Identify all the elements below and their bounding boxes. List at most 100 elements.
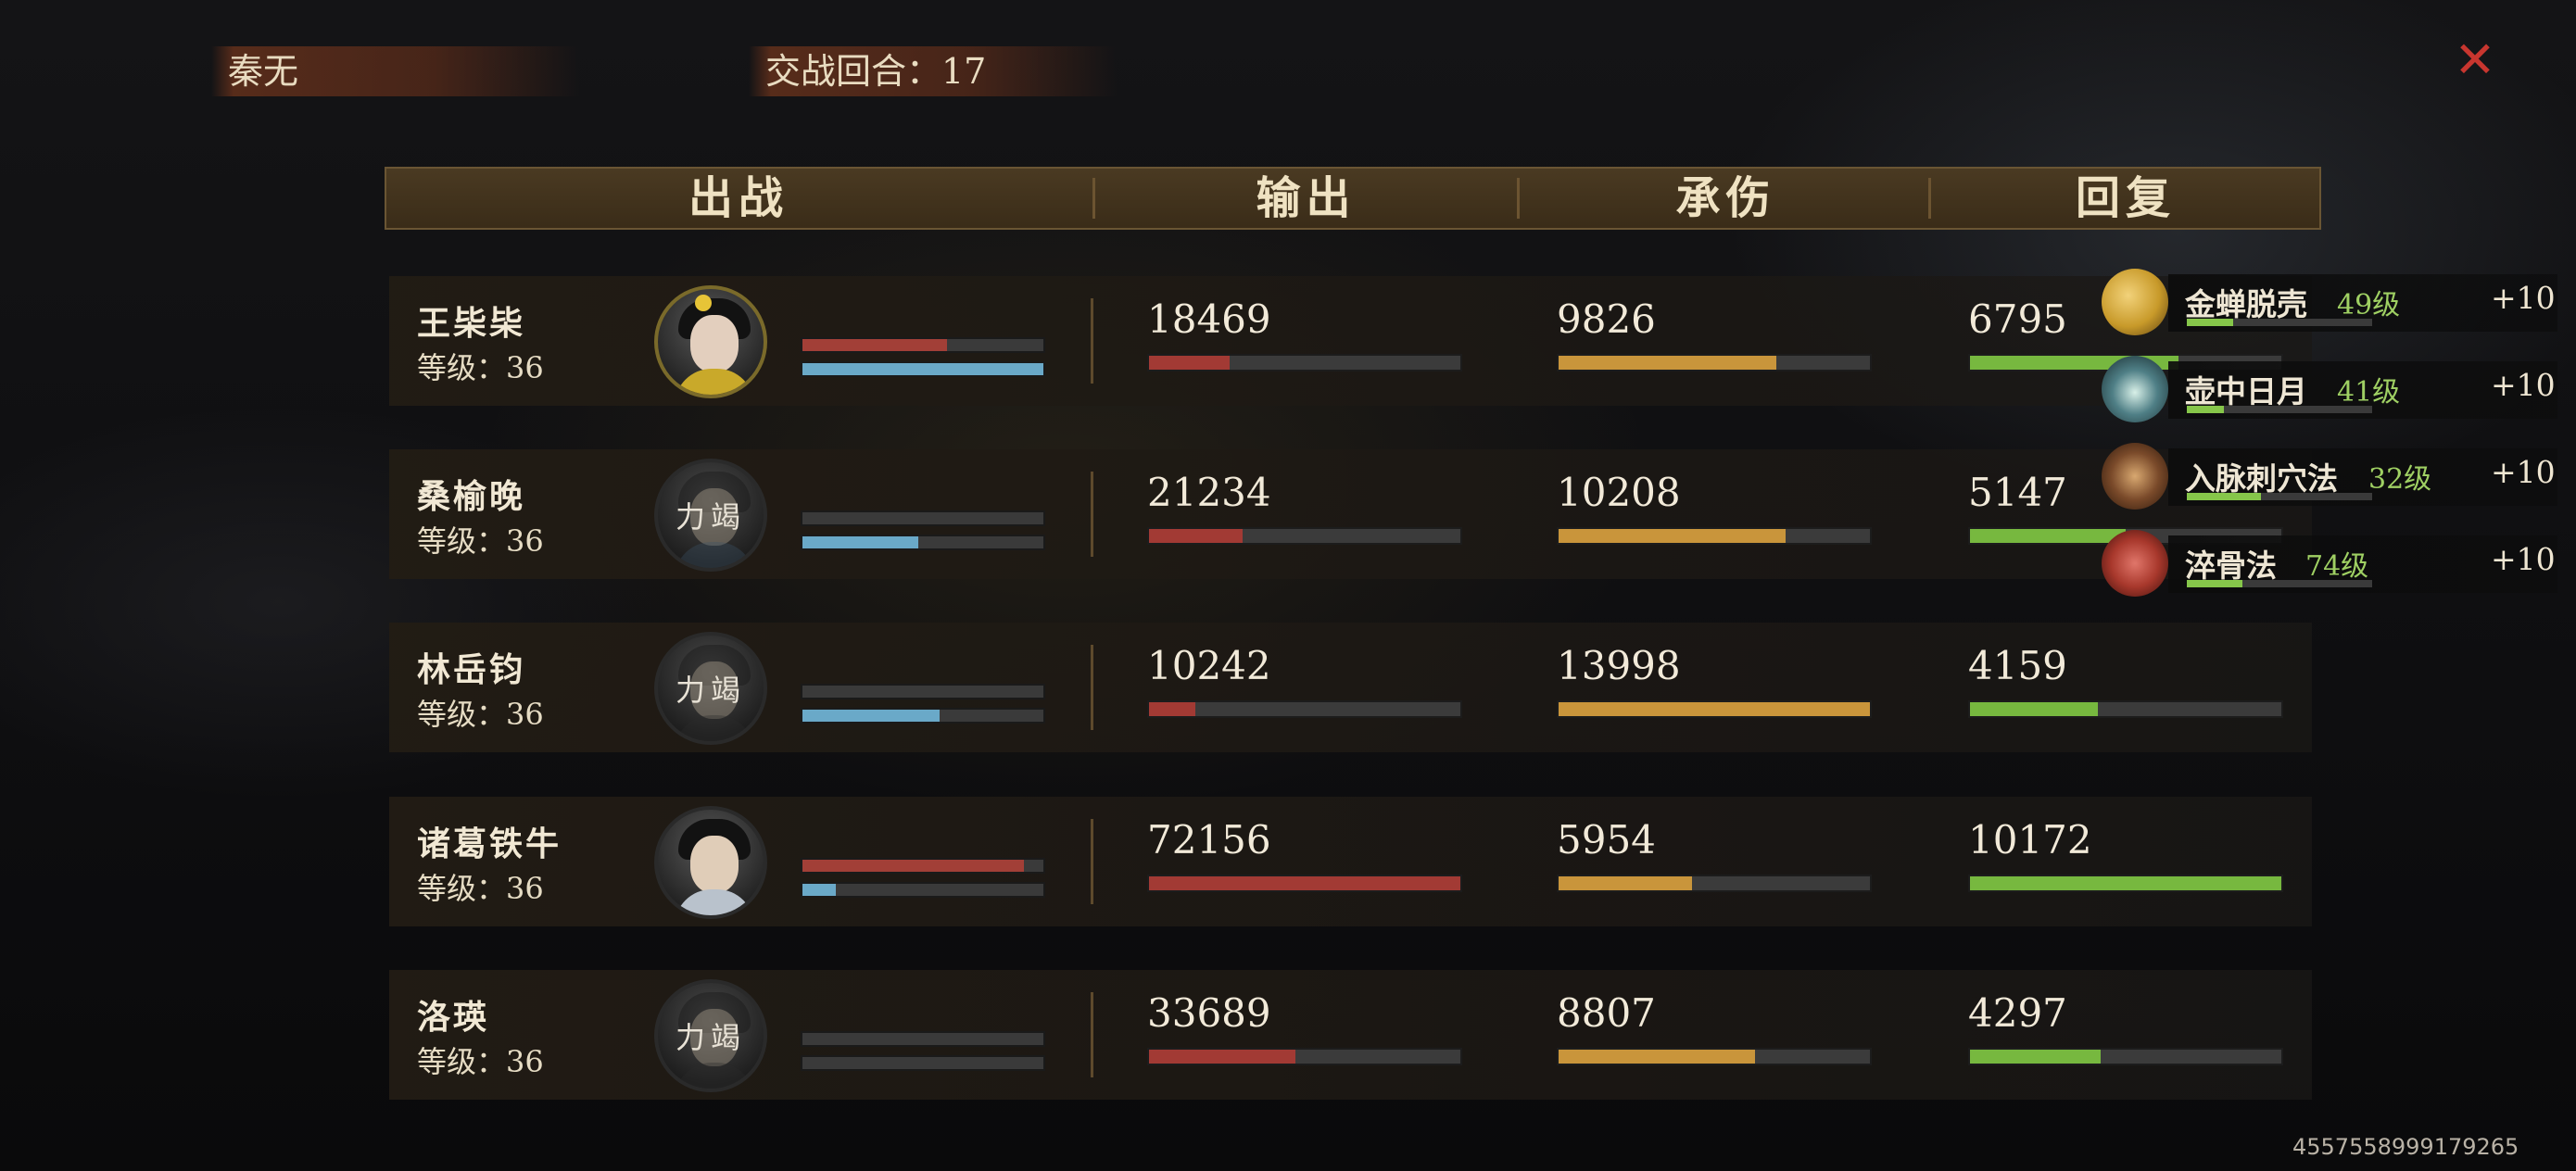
buff-progress (2187, 406, 2372, 413)
damage-fill (1149, 1050, 1295, 1064)
avatar-face (690, 315, 739, 372)
energy-fill (802, 363, 1043, 375)
buff-progress-fill (2187, 493, 2261, 500)
member-row[interactable]: 林岳钧 等级：36 力竭 10242 13998 4159 (389, 623, 2312, 752)
column-divider (1091, 992, 1093, 1077)
taken-bar (1557, 354, 1872, 371)
member-row[interactable]: 桑榆晚 等级：36 力竭 21234 10208 5147 (389, 449, 2312, 579)
health-bar (801, 337, 1045, 353)
acupuncture-icon (2102, 443, 2168, 510)
exhausted-label: 力竭 (675, 499, 746, 535)
member-level: 等级：36 (417, 350, 544, 385)
member-level: 等级：36 (417, 697, 544, 732)
member-level: 等级：36 (417, 523, 544, 559)
health-fill (802, 339, 947, 351)
energy-bar (801, 882, 1045, 898)
buff-item[interactable]: 金蝉脱壳 49级 +10 (2094, 267, 2576, 339)
damage-fill (1149, 356, 1231, 370)
buff-bonus: +10 (2491, 367, 2556, 403)
taken-fill (1559, 876, 1693, 890)
column-divider (1091, 645, 1093, 730)
battle-round-tag: 交战回合：17 (749, 46, 1118, 96)
avatar-robe (675, 889, 754, 915)
heal-fill (1970, 702, 2098, 716)
damage-fill (1149, 529, 1243, 543)
member-row[interactable]: 王枈枈 等级：36 18469 9826 6795 (389, 276, 2312, 406)
avatar-robe (675, 1063, 754, 1089)
buff-bonus: +10 (2491, 541, 2556, 577)
energy-bar (801, 708, 1045, 724)
buff-bonus: +10 (2491, 280, 2556, 316)
avatar[interactable] (654, 285, 767, 398)
column-divider (1091, 472, 1093, 557)
damage-bar (1147, 1048, 1462, 1065)
member-level: 等级：36 (417, 1044, 544, 1079)
buff-name: 金蝉脱壳 (2185, 286, 2307, 322)
heal-bar (1968, 700, 2283, 718)
avatar[interactable]: 力竭 (654, 459, 767, 572)
buff-level: 74级 (2305, 550, 2369, 583)
member-row[interactable]: 诸葛铁牛 等级：36 72156 5954 10172 (389, 797, 2312, 926)
damage-bar (1147, 354, 1462, 371)
avatar[interactable]: 力竭 (654, 632, 767, 745)
column-divider (1091, 298, 1093, 384)
close-button[interactable]: ✕ (2452, 35, 2498, 85)
damage-fill (1149, 876, 1460, 890)
stats-header: 出战 输出 承伤 回复 (385, 167, 2321, 230)
player-name: 秦无 (228, 51, 299, 92)
avatar-robe (675, 542, 754, 568)
header-participants: 出战 (688, 172, 789, 224)
buff-progress (2187, 319, 2372, 326)
heal-value: 4159 (1968, 643, 2067, 688)
battle-round-label: 交战回合：17 (765, 51, 987, 92)
member-name: 王枈枈 (417, 304, 526, 343)
taken-value: 5954 (1557, 817, 1656, 863)
health-bar (801, 510, 1045, 526)
health-bar (801, 1031, 1045, 1047)
heal-value: 5147 (1968, 470, 2067, 515)
taken-bar (1557, 700, 1872, 718)
buff-name: 淬骨法 (2185, 548, 2277, 584)
damage-bar (1147, 527, 1462, 545)
sun-moon-jar-icon (2102, 356, 2168, 422)
exhausted-label: 力竭 (675, 1020, 746, 1055)
health-bar (801, 858, 1045, 874)
avatar[interactable]: 力竭 (654, 979, 767, 1092)
avatar-face (690, 836, 739, 893)
energy-fill (802, 536, 918, 548)
heal-value: 10172 (1968, 817, 2092, 863)
taken-fill (1559, 702, 1870, 716)
buff-progress-fill (2187, 319, 2233, 326)
member-row[interactable]: 洛瑛 等级：36 力竭 33689 8807 4297 (389, 970, 2312, 1100)
taken-bar (1557, 527, 1872, 545)
close-icon: ✕ (2454, 31, 2496, 89)
user-id: 4557558999179265 (2292, 1134, 2519, 1160)
exhausted-label: 力竭 (675, 673, 746, 708)
header-damage: 输出 (1256, 172, 1357, 224)
damage-value: 10242 (1147, 643, 1271, 688)
damage-fill (1149, 702, 1196, 716)
buff-item[interactable]: 淬骨法 74级 +10 (2094, 528, 2576, 600)
avatar[interactable] (654, 806, 767, 919)
heal-fill (1970, 876, 2281, 890)
avatar-robe (675, 715, 754, 741)
buff-item[interactable]: 入脉刺穴法 32级 +10 (2094, 441, 2576, 513)
damage-value: 21234 (1147, 470, 1271, 515)
member-name: 桑榆晚 (417, 477, 526, 516)
taken-fill (1559, 529, 1787, 543)
member-name: 洛瑛 (417, 998, 490, 1037)
heal-value: 6795 (1968, 296, 2067, 342)
buff-progress-fill (2187, 406, 2224, 413)
buff-progress-fill (2187, 580, 2242, 587)
taken-value: 9826 (1557, 296, 1656, 342)
heal-fill (1970, 1050, 2102, 1064)
buff-level: 49级 (2337, 289, 2401, 321)
health-fill (802, 860, 1025, 872)
heal-bar (1968, 1048, 2283, 1065)
header-heal: 回复 (2075, 172, 2176, 224)
buff-item[interactable]: 壶中日月 41级 +10 (2094, 354, 2576, 426)
bone-tempering-icon (2102, 530, 2168, 597)
member-name: 诸葛铁牛 (417, 825, 562, 863)
taken-fill (1559, 1050, 1755, 1064)
avatar-robe (675, 369, 754, 395)
